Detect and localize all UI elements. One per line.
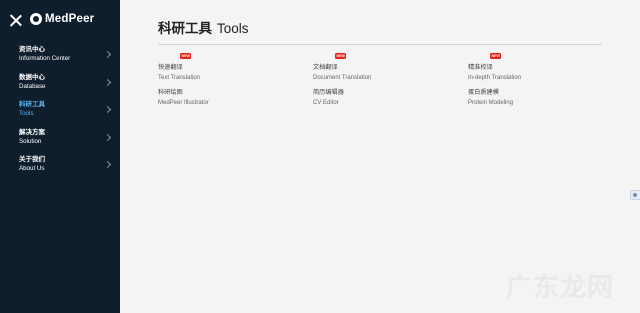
tool-label-zh: 简历编辑器	[313, 89, 344, 96]
tool-label-zh: 蛋白质建模	[468, 89, 499, 96]
nav-item-database[interactable]: 数据中心 Database	[0, 72, 120, 100]
tool-label-zh: 快速翻译	[158, 64, 183, 71]
page-title-zh: 科研工具	[158, 21, 212, 36]
side-float-icon[interactable]	[630, 190, 640, 200]
logo-text: MedPeer	[45, 13, 95, 25]
sidebar: MedPeer 资讯中心 Information Center 数据中心 Dat…	[0, 0, 120, 313]
tool-cv-editor[interactable]: 简历编辑器 CV Editor	[313, 81, 344, 108]
tool-label-en: CV Editor	[313, 100, 339, 106]
tool-label-en: Protein Modeling	[468, 100, 514, 106]
tool-label-zh: 科研绘图	[158, 89, 183, 96]
page-title: 科研工具 Tools	[158, 17, 249, 37]
title-divider	[158, 44, 602, 45]
tool-in-depth-translation[interactable]: 精准校译 NEW In-depth Translation	[468, 53, 521, 83]
tool-document-translation[interactable]: 文档翻译 NEW Document Translation	[313, 53, 371, 83]
nav-item-tools[interactable]: 科研工具 Tools	[0, 99, 120, 127]
nav-item-information-center[interactable]: 资讯中心 Information Center	[0, 44, 120, 72]
logo[interactable]: MedPeer	[30, 13, 94, 25]
watermark: 广东龙网	[506, 273, 615, 303]
tool-text-translation[interactable]: 快速翻译 NEW Text Translation	[158, 53, 200, 83]
nav-item-about-us[interactable]: 关于我们 About Us	[0, 154, 120, 182]
medpeer-logo-icon	[30, 13, 42, 25]
new-badge: NEW	[490, 53, 502, 59]
page-title-en: Tools	[217, 21, 249, 36]
tool-protein-modeling[interactable]: 蛋白质建模 Protein Modeling	[468, 81, 513, 108]
tool-label-zh: 文档翻译	[313, 64, 338, 71]
new-badge: NEW	[335, 53, 347, 59]
tool-label-en: MedPeer Illustrator	[158, 100, 209, 106]
sidebar-nav: 资讯中心 Information Center 数据中心 Database 科研…	[0, 44, 120, 182]
new-badge: NEW	[180, 53, 192, 59]
close-icon[interactable]	[9, 14, 22, 27]
tool-medpeer-illustrator[interactable]: 科研绘图 MedPeer Illustrator	[158, 81, 209, 108]
nav-item-solution[interactable]: 解决方案 Solution	[0, 127, 120, 155]
tool-label-zh: 精准校译	[468, 64, 493, 71]
